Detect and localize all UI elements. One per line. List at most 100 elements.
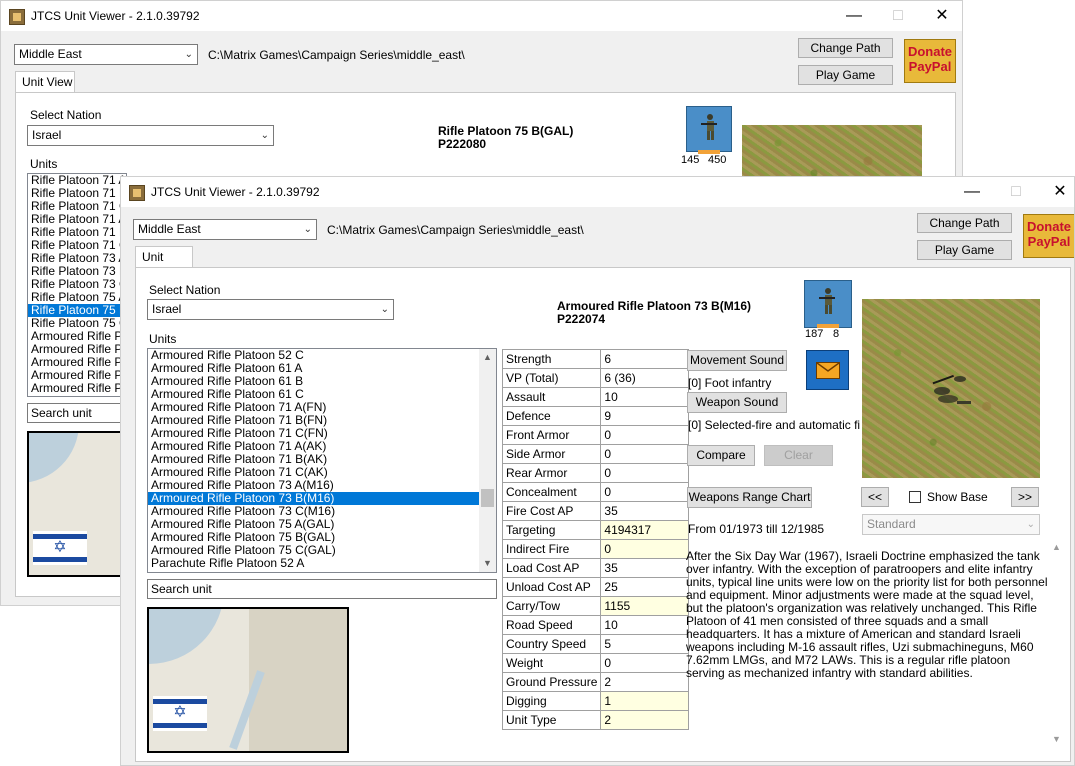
minimize-icon[interactable]: — xyxy=(831,1,877,31)
units-list[interactable]: Rifle Platoon 71 A(Rifle Platoon 71 B(Ri… xyxy=(27,173,127,397)
nation-select[interactable]: Israel ⌄ xyxy=(27,125,274,146)
window-title: JTCS Unit Viewer - 2.1.0.39792 xyxy=(151,185,320,199)
clear-button[interactable]: Clear xyxy=(764,445,833,466)
description-toggle-button[interactable] xyxy=(806,350,849,390)
units-list-scrollbar[interactable]: ▲ ▼ xyxy=(479,349,496,572)
tab-unit-view[interactable]: Unit View xyxy=(15,71,75,93)
window-title: JTCS Unit Viewer - 2.1.0.39792 xyxy=(31,9,200,23)
stat-row: Fire Cost AP 35 xyxy=(501,501,690,521)
stat-value[interactable]: 5 xyxy=(600,634,690,654)
unit-icon-value-1: 145 xyxy=(681,154,700,166)
unit-icon[interactable] xyxy=(686,106,732,152)
stat-value[interactable]: 0 xyxy=(600,444,690,464)
unit-icon[interactable] xyxy=(804,280,852,328)
stat-row: Side Armor 0 xyxy=(501,444,690,464)
close-icon[interactable]: ✕ xyxy=(919,1,962,31)
campaign-select[interactable]: Middle East ⌄ xyxy=(14,44,198,65)
stat-row: Load Cost AP 35 xyxy=(501,558,690,578)
play-game-button[interactable]: Play Game xyxy=(798,65,893,85)
stat-value[interactable]: 1 xyxy=(600,691,690,711)
stat-value[interactable]: 10 xyxy=(600,387,690,407)
stat-value[interactable]: 25 xyxy=(600,577,690,597)
chevron-down-icon: ⌄ xyxy=(380,304,389,315)
stat-label: Indirect Fire xyxy=(501,539,602,559)
stat-label: Digging xyxy=(501,691,602,711)
weapons-range-chart-button[interactable]: Weapons Range Chart xyxy=(687,487,812,508)
scroll-up-icon[interactable]: ▲ xyxy=(479,349,496,366)
stat-label: Road Speed xyxy=(501,615,602,635)
close-icon[interactable]: ✕ xyxy=(1037,177,1074,207)
stat-value[interactable]: 1155 xyxy=(600,596,690,616)
stat-label: Strength xyxy=(501,349,602,369)
description-scroll-up-icon[interactable]: ▲ xyxy=(1052,542,1061,552)
unit-code: P222080 xyxy=(438,137,487,151)
stat-value[interactable]: 0 xyxy=(600,482,690,502)
stat-row: Carry/Tow 1155 xyxy=(501,596,690,616)
scroll-thumb[interactable] xyxy=(481,489,494,507)
campaign-select-value: Middle East xyxy=(19,47,82,61)
terrain-select[interactable]: Standard ⌄ xyxy=(862,514,1040,535)
stat-value[interactable]: 35 xyxy=(600,558,690,578)
search-input[interactable]: Search unit xyxy=(27,403,127,423)
scroll-down-icon[interactable]: ▼ xyxy=(479,555,496,572)
stat-label: Ground Pressure xyxy=(501,672,602,692)
stat-row: Defence 9 xyxy=(501,406,690,426)
paypal-label: PayPal xyxy=(1027,234,1071,249)
stat-value[interactable]: 0 xyxy=(600,539,690,559)
stat-value[interactable]: 2 xyxy=(600,710,690,730)
show-base-checkbox[interactable] xyxy=(909,491,921,503)
chevron-down-icon: ⌄ xyxy=(260,130,269,141)
stat-value[interactable]: 35 xyxy=(600,501,690,521)
stat-row: Country Speed 5 xyxy=(501,634,690,654)
maximize-icon[interactable]: □ xyxy=(875,1,921,31)
movement-sound-button[interactable]: Movement Sound xyxy=(687,350,787,371)
units-list[interactable]: Armoured Rifle Platoon 52 C Armoured Rifl… xyxy=(147,348,497,573)
date-range: From 01/1973 till 12/1985 xyxy=(688,522,825,536)
campaign-select[interactable]: Middle East ⌄ xyxy=(133,219,317,240)
play-game-button[interactable]: Play Game xyxy=(917,240,1012,260)
stat-value[interactable]: 6 xyxy=(600,349,690,369)
stat-label: VP (Total) xyxy=(501,368,602,388)
tab-unit-view[interactable]: Unit View xyxy=(135,246,193,284)
change-path-button[interactable]: Change Path xyxy=(798,38,893,58)
donate-paypal-button[interactable]: Donate PayPal xyxy=(904,39,956,83)
next-button[interactable]: >> xyxy=(1011,487,1039,507)
stat-label: Unload Cost AP xyxy=(501,577,602,597)
units-label: Units xyxy=(30,157,58,171)
map-land xyxy=(249,609,347,751)
units-list-items: Rifle Platoon 71 A(Rifle Platoon 71 B(Ri… xyxy=(28,174,126,395)
stat-row: Front Armor 0 xyxy=(501,425,690,445)
search-input[interactable]: Search unit xyxy=(147,579,497,599)
stat-value[interactable]: 4194317 xyxy=(600,520,690,540)
stat-label: Concealment xyxy=(501,482,602,502)
stat-row: Indirect Fire 0 xyxy=(501,539,690,559)
stat-value[interactable]: 10 xyxy=(600,615,690,635)
stat-row: Road Speed 10 xyxy=(501,615,690,635)
donate-label: Donate xyxy=(1026,219,1072,234)
description-scroll-down-icon[interactable]: ▼ xyxy=(1052,734,1061,744)
stat-value[interactable]: 9 xyxy=(600,406,690,426)
stat-row: Concealment 0 xyxy=(501,482,690,502)
stat-value[interactable]: 0 xyxy=(600,653,690,673)
stat-label: Load Cost AP xyxy=(501,558,602,578)
compare-button[interactable]: Compare xyxy=(687,445,755,466)
stat-row: Rear Armor 0 xyxy=(501,463,690,483)
prev-button[interactable]: << xyxy=(861,487,889,507)
donate-paypal-button[interactable]: Donate PayPal xyxy=(1023,214,1074,258)
list-item[interactable]: Parachute Rifle Platoon 52 A xyxy=(148,557,479,570)
list-item[interactable]: Armoured Rifle Plat xyxy=(28,382,126,395)
minimize-icon[interactable]: — xyxy=(949,177,995,207)
title-bar[interactable]: JTCS Unit Viewer - 2.1.0.39792 — □ ✕ xyxy=(1,1,962,31)
stat-value[interactable]: 0 xyxy=(600,425,690,445)
nation-select[interactable]: Israel ⌄ xyxy=(147,299,394,320)
stat-label: Unit Type xyxy=(501,710,602,730)
weapon-sound-button[interactable]: Weapon Sound xyxy=(687,392,787,413)
terrain-preview xyxy=(862,299,1040,478)
maximize-icon[interactable]: □ xyxy=(993,177,1039,207)
stat-value[interactable]: 2 xyxy=(600,672,690,692)
units-list-items: Armoured Rifle Platoon 52 C Armoured Rifl… xyxy=(148,349,479,570)
change-path-button[interactable]: Change Path xyxy=(917,213,1012,233)
stat-value[interactable]: 0 xyxy=(600,463,690,483)
stat-value[interactable]: 6 (36) xyxy=(600,368,690,388)
title-bar[interactable]: JTCS Unit Viewer - 2.1.0.39792 — □ ✕ xyxy=(121,177,1074,207)
